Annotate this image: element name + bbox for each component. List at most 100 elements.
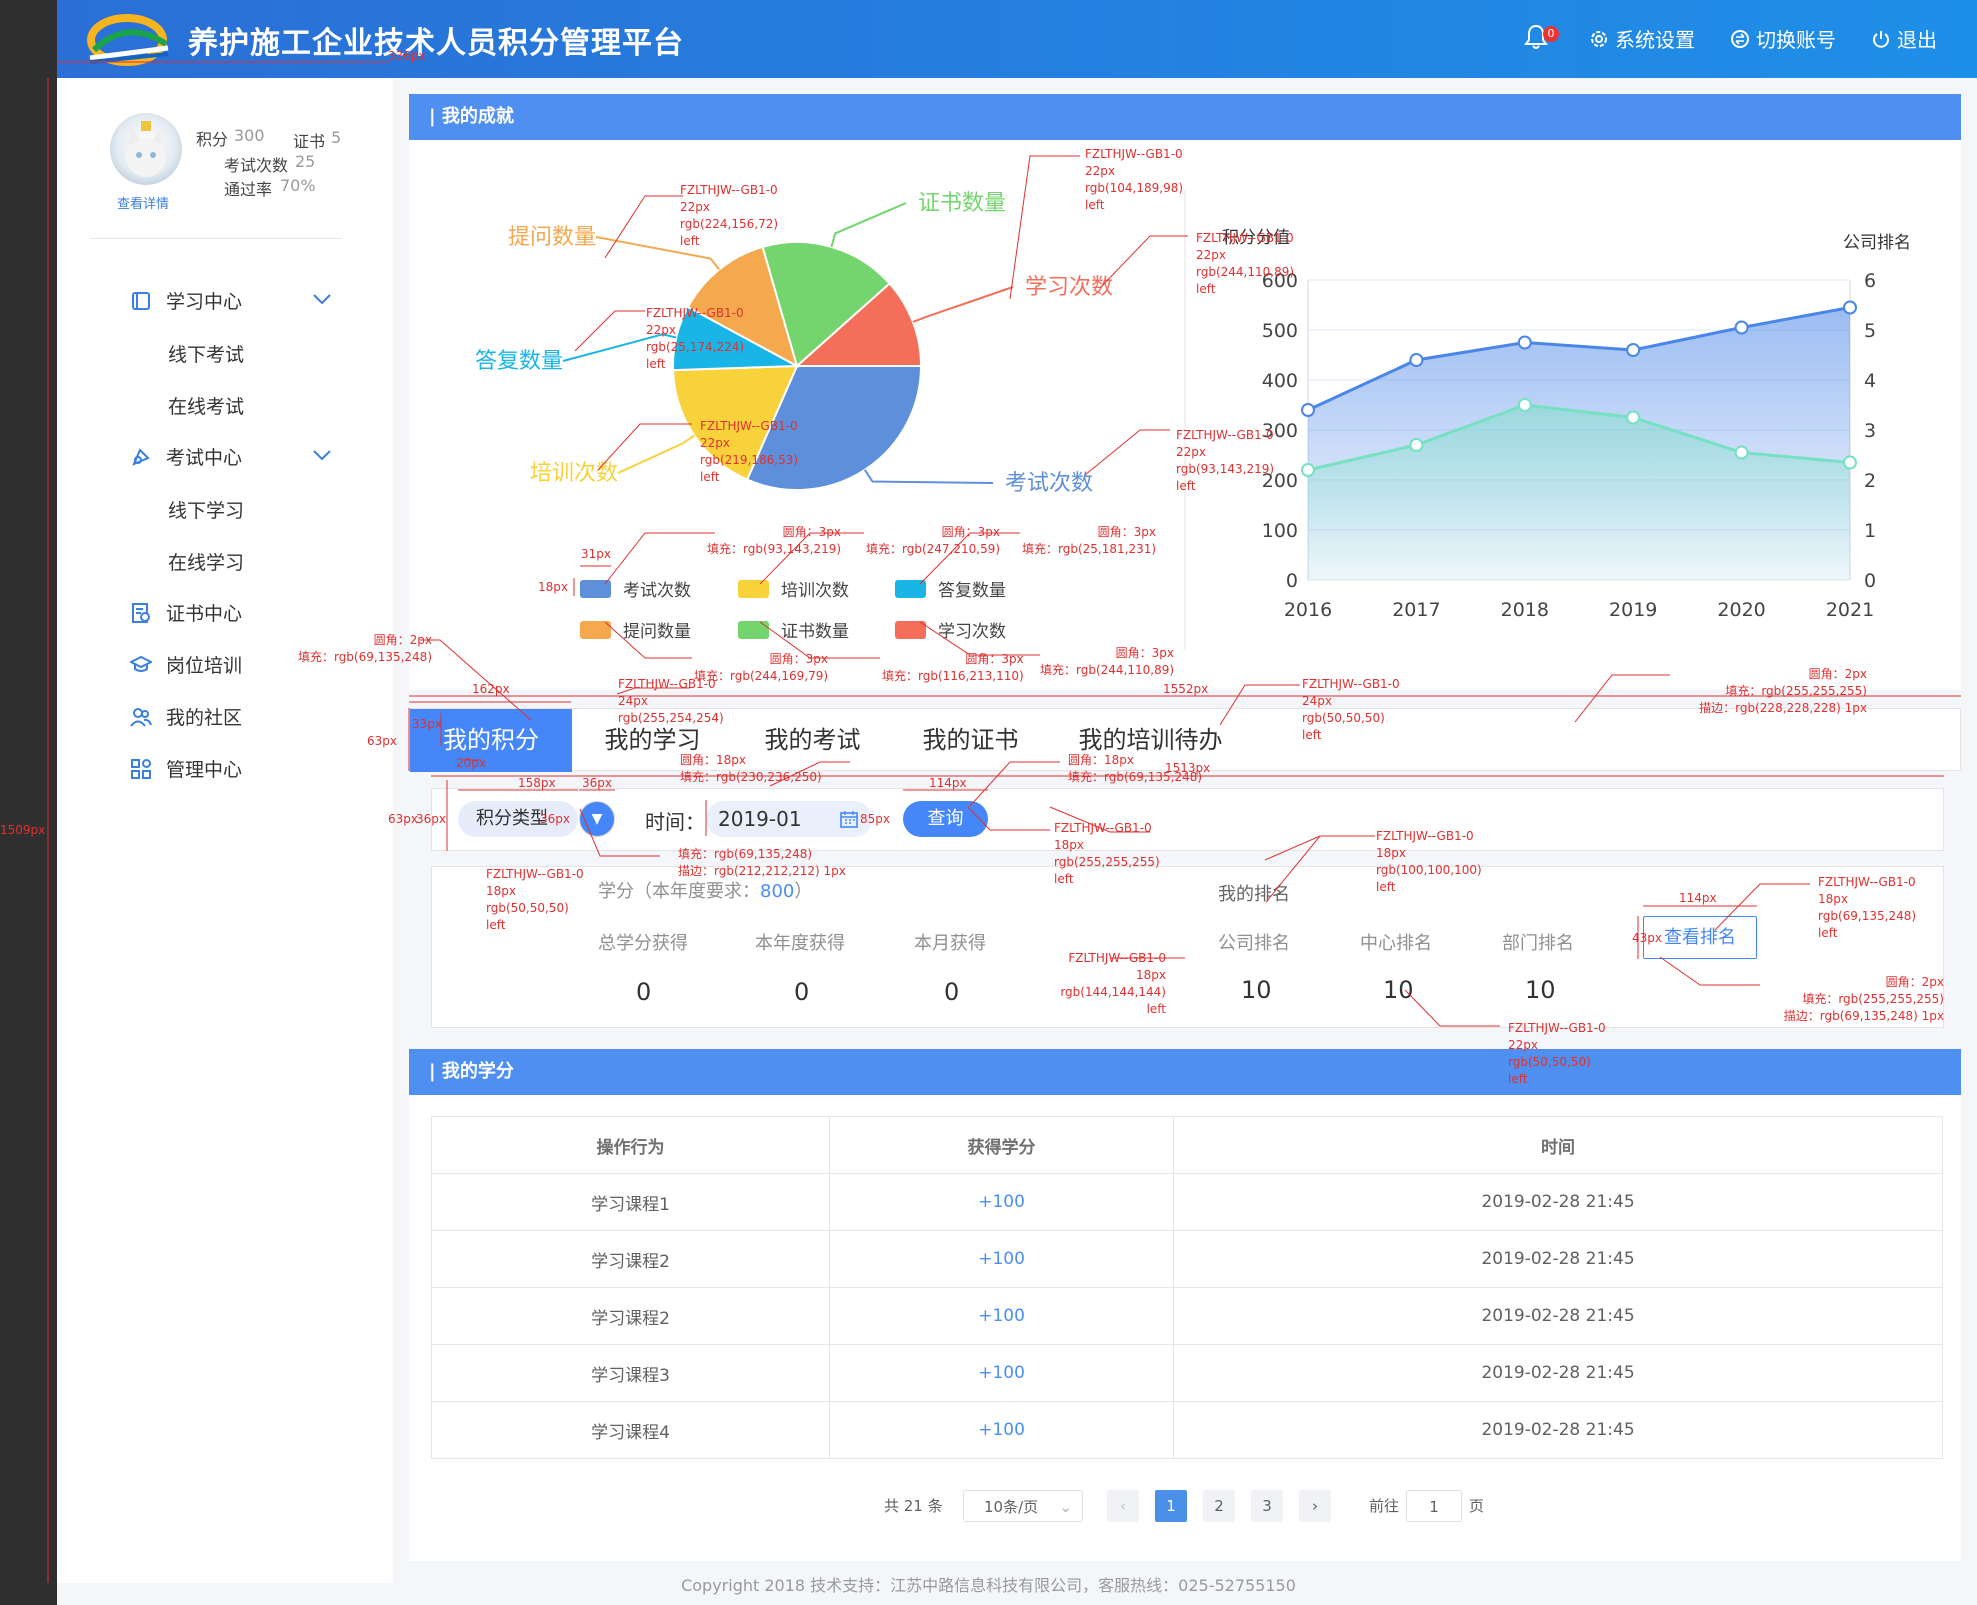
pie-leader-line [912, 286, 1014, 323]
legend-annotation: 圆角：3px 填充：rgb(244,110,89) [1040, 646, 1175, 677]
legend-item[interactable]: 考试次数 [580, 576, 691, 601]
page-unit-label: 页 [1469, 1497, 1485, 1515]
pie-label-annotation: FZLTHJW--GB1-0 22px rgb(104,189,98) left [1085, 147, 1184, 212]
sidebar-item-training[interactable]: 岗位培训 [130, 651, 242, 678]
legend-item[interactable]: 培训次数 [738, 576, 849, 601]
pie-label-annotation: FZLTHJW--GB1-0 22px rgb(93,143,219) left [1176, 428, 1275, 493]
sidebar-item-label: 岗位培训 [166, 655, 243, 677]
sidebar-item-online-study[interactable]: 在线学习 [168, 548, 244, 575]
credit-cell: +100 [829, 1230, 1175, 1288]
dropdown-arrow-button[interactable]: ▼ [579, 801, 615, 837]
page-button[interactable]: 1 [1155, 1490, 1187, 1522]
legend-item[interactable]: 学习次数 [895, 617, 1006, 642]
y-tick-label: 0 [1286, 570, 1298, 592]
time-label: 时间： [645, 810, 705, 834]
sidebar-item-online-exam[interactable]: 在线考试 [168, 392, 244, 419]
power-icon [1873, 30, 1889, 48]
legend-swatch [580, 579, 611, 598]
annotation: 114px [1679, 891, 1717, 905]
users-icon [130, 707, 152, 727]
y2-tick-label: 0 [1864, 570, 1876, 592]
y2-tick-label: 4 [1864, 370, 1876, 392]
tab-annotation: FZLTHJW--GB1-0 24px rgb(255,254,254) [618, 677, 724, 725]
pie-label-annotation: FZLTHJW--GB1-0 22px rgb(219,186,53) left [700, 419, 799, 484]
chevron-down-icon[interactable] [312, 292, 332, 306]
credits-table: 操作行为 获得学分 时间 学习课程1 +100 2019-02-28 21:45 学… [430, 1116, 1943, 1459]
data-point [1843, 300, 1857, 315]
annotation: 36px [540, 812, 570, 826]
view-detail-link[interactable]: 查看详情 [117, 193, 169, 212]
x-tick-label: 2019 [1609, 599, 1657, 621]
graduation-cap-icon [130, 655, 152, 672]
table-row: 学习课程1 +100 2019-02-28 21:45 [430, 1173, 1943, 1231]
avatar[interactable] [110, 113, 182, 185]
data-point [1301, 463, 1315, 477]
total-count: 共 21 条 [884, 1497, 943, 1515]
annotation: 33px [412, 717, 442, 731]
data-point [1626, 410, 1641, 425]
certificate-icon [132, 602, 150, 623]
legend-swatch [738, 579, 769, 598]
legend-label: 学习次数 [938, 622, 1006, 642]
annotation: 31px [581, 547, 611, 561]
legend-item[interactable]: 提问数量 [580, 617, 691, 642]
annotation: 158px [518, 776, 556, 790]
sidebar-item-management[interactable]: 管理中心 [130, 755, 242, 782]
legend-annotation: 圆角：3px 填充：rgb(93,143,219) [707, 525, 842, 556]
sidebar-item-offline-study[interactable]: 线下学习 [168, 496, 244, 523]
chevron-down-icon[interactable] [312, 448, 332, 462]
legend-item[interactable]: 证书数量 [738, 617, 849, 642]
cert-value: 5 [331, 128, 342, 147]
goto-input[interactable]: 1 [1406, 1490, 1462, 1522]
page-button[interactable]: 3 [1251, 1490, 1283, 1522]
sidebar-item-label: 学习中心 [166, 291, 243, 313]
action-cell: 学习课程1 [430, 1173, 831, 1231]
prev-page-button[interactable]: ‹ [1107, 1490, 1139, 1522]
page-size-select[interactable]: 10条/页 ⌄ [963, 1490, 1083, 1522]
points-value: 300 [234, 126, 265, 145]
sidebar-item-label: 管理中心 [166, 759, 243, 781]
calendar-icon[interactable] [840, 810, 858, 828]
page-button[interactable]: 2 [1203, 1490, 1235, 1522]
switch-account-button[interactable]: 切换账号 [1730, 24, 1836, 53]
legend-label: 证书数量 [781, 622, 849, 642]
legend-item[interactable]: 答复数量 [895, 576, 1006, 601]
tab-annotation: 圆角：2px 填充：rgb(69,135,248) [297, 633, 432, 664]
sidebar-item-community[interactable]: 我的社区 [130, 703, 242, 730]
sidebar-item-exam-center[interactable]: 考试中心 [130, 443, 242, 470]
annotation: 63px [388, 812, 418, 826]
goto-label: 前往 [1369, 1497, 1400, 1515]
sidebar-divider [90, 238, 342, 239]
y2-axis-title: 公司排名 [1843, 233, 1911, 253]
date-value: 2019-01 [718, 807, 802, 831]
credit-cell: +100 [829, 1287, 1175, 1345]
tab-my-certs[interactable]: 我的证书 [898, 709, 1043, 772]
company-rank-value: 10 [1241, 976, 1272, 1004]
filter-annotation: 填充：rgb(69,135,248) 描边：rgb(212,212,212) 1p… [678, 847, 846, 878]
line-chart: 010020030040050060001234562016 2017 2018 20… [1222, 228, 1911, 621]
tab-annotation: 圆角：2px 填充：rgb(255,255,255) 描边：rgb(228,228,… [1699, 667, 1867, 715]
query-button[interactable]: 查询 [903, 801, 988, 837]
app-logo [87, 14, 169, 66]
table-row: 学习课程4 +100 2019-02-28 21:45 [430, 1401, 1943, 1459]
pie-label-annotation: FZLTHJW--GB1-0 22px rgb(244,110,89) left [1196, 231, 1295, 296]
pie-slice-label: 证书数量 [918, 191, 1006, 216]
app-title: 养护施工企业技术人员积分管理平台 [188, 26, 684, 61]
settings-button[interactable]: 系统设置 [1589, 24, 1695, 53]
date-input[interactable]: 2019-01 [706, 801, 872, 837]
pie-leader-line [617, 434, 695, 474]
next-page-button[interactable]: › [1299, 1490, 1331, 1522]
filter-annotation: FZLTHJW--GB1-0 18px rgb(50,50,50) left [486, 867, 584, 932]
sidebar-item-cert-center[interactable]: 证书中心 [130, 599, 242, 626]
sidebar-item-offline-exam[interactable]: 线下考试 [168, 340, 244, 367]
rank-button-annotation: 圆角：2px 填充：rgb(255,255,255) 描边：rgb(69,135,2… [1783, 975, 1944, 1023]
x-tick-label: 2017 [1392, 599, 1440, 621]
annotation: 162px [472, 682, 510, 696]
sidebar-item-learning[interactable]: 学习中心 [130, 287, 242, 314]
legend-annotation: 圆角：3px 填充：rgb(247,210,59) [866, 525, 1001, 556]
filter-annotation: FZLTHJW--GB1-0 18px rgb(255,255,255) left [1054, 821, 1160, 886]
annotation: 1509px [0, 823, 46, 837]
data-point [1301, 403, 1315, 417]
legend-annotation: 圆角：3px 填充：rgb(25,181,231) [1022, 525, 1157, 556]
logout-button[interactable]: 退出 [1871, 24, 1937, 53]
